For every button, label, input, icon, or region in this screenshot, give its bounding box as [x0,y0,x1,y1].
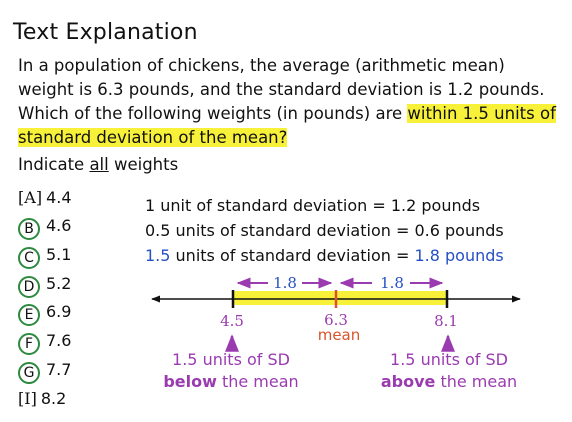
span-left-label: 1.8 [273,274,297,292]
mean-label: mean [318,326,361,344]
caption-above-line2: above the mean [368,371,530,393]
low-value: 4.5 [220,312,244,330]
caption-above: 1.5 units of SD above the mean [368,349,530,393]
caption-above-bold: above [380,372,436,391]
span-right-label: 1.8 [380,274,404,292]
high-value: 8.1 [434,312,458,330]
caption-above-line1: 1.5 units of SD [390,350,508,369]
caption-below-line2: below the mean [150,371,312,393]
caption-above-rest: the mean [435,372,518,391]
caption-below-rest: the mean [216,372,299,391]
caption-below: 1.5 units of SD below the mean [150,349,312,393]
caption-below-bold: below [163,372,217,391]
range-highlight [233,291,447,305]
caption-below-line1: 1.5 units of SD [172,350,290,369]
